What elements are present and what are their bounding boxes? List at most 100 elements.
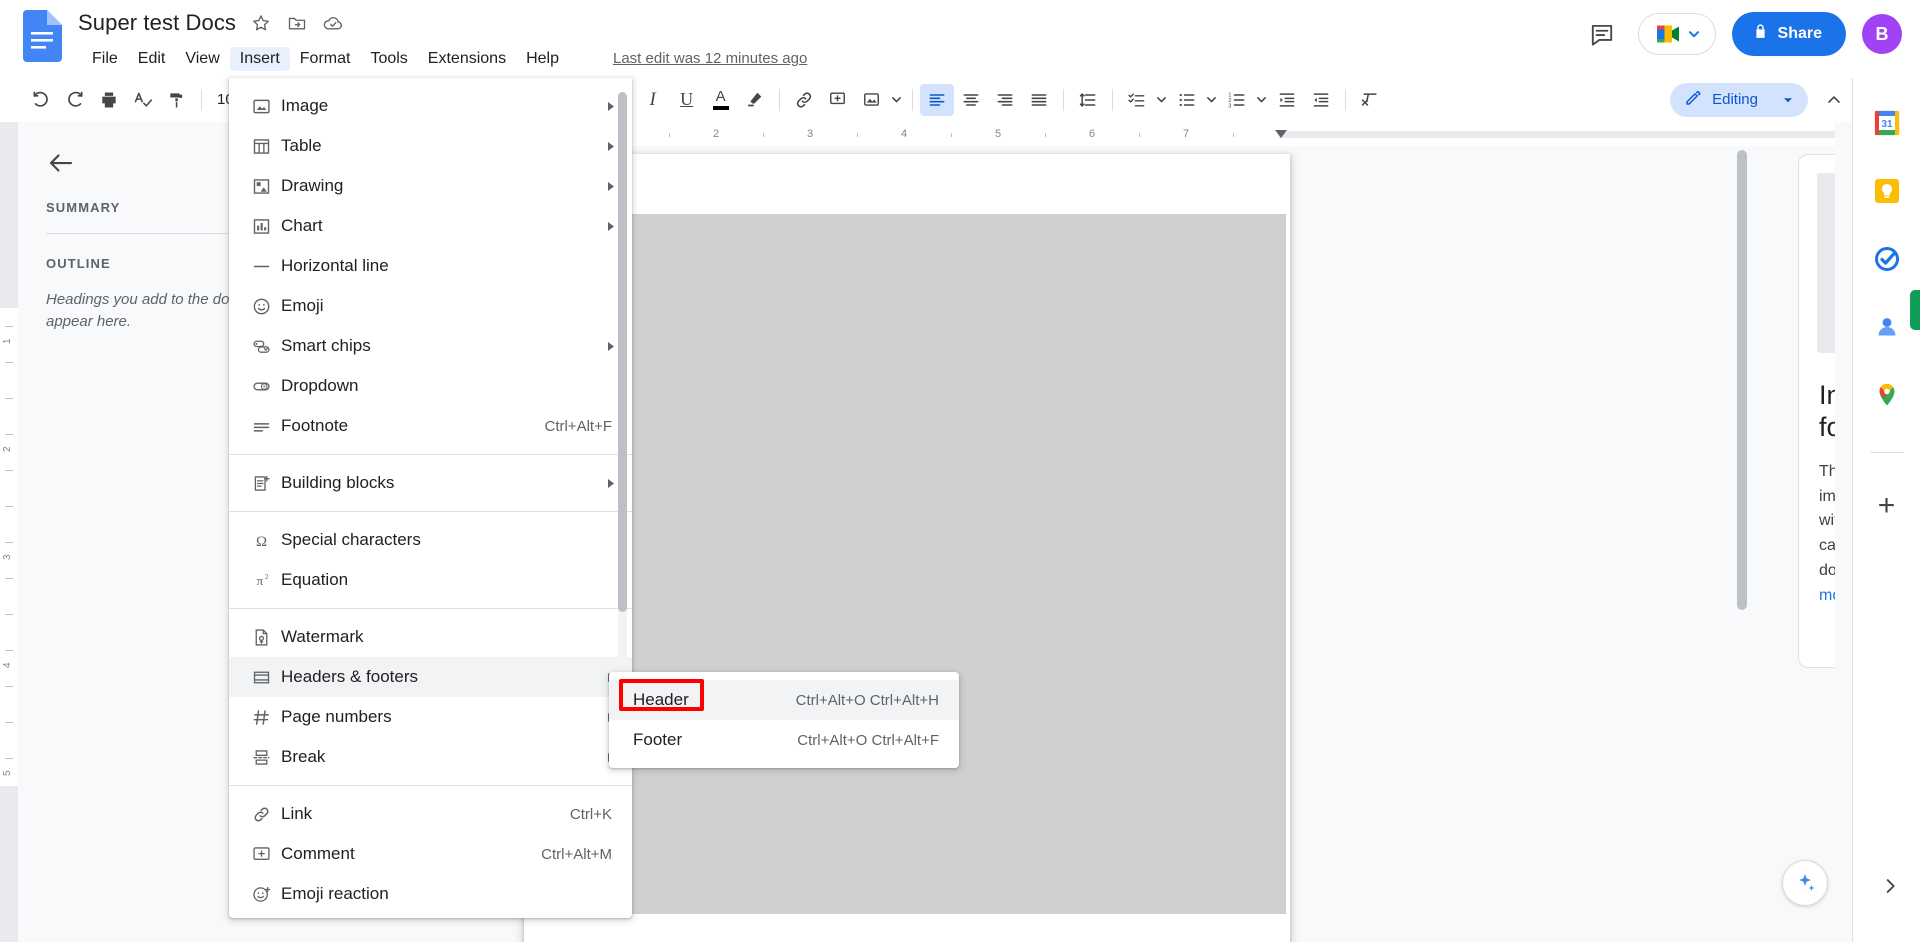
menu-format[interactable]: Format xyxy=(290,47,361,71)
checklist-icon[interactable] xyxy=(1120,84,1154,116)
highlight-color-icon[interactable] xyxy=(738,84,772,116)
menu-item-building-blocks[interactable]: Building blocks xyxy=(229,463,632,503)
document-title[interactable]: Super test Docs xyxy=(78,10,236,36)
menu-item-special-characters[interactable]: Ω Special characters xyxy=(229,520,632,560)
menu-item-page-numbers[interactable]: Page numbers xyxy=(229,697,632,737)
toolbar-divider xyxy=(201,88,202,111)
print-icon[interactable] xyxy=(92,84,126,116)
paint-format-icon[interactable] xyxy=(160,84,194,116)
indent-marker[interactable] xyxy=(1275,130,1287,138)
promo-body-text-1: The pageless format allows you to add wi… xyxy=(1819,462,1835,579)
chart-icon xyxy=(251,216,281,237)
menu-item-label: Equation xyxy=(281,570,349,589)
insert-menu: Image Table Drawing Chart Horizontal lin… xyxy=(229,78,632,918)
numbered-list-icon[interactable]: 123 xyxy=(1220,84,1254,116)
menu-extensions[interactable]: Extensions xyxy=(418,47,516,71)
google-calendar-icon[interactable]: 31 xyxy=(1872,108,1902,138)
menu-item-dropdown[interactable]: Dropdown xyxy=(229,366,632,406)
headers-footers-submenu: Header Ctrl+Alt+O Ctrl+Alt+H Footer Ctrl… xyxy=(609,672,959,768)
menu-divider xyxy=(229,785,632,786)
move-to-folder-icon[interactable] xyxy=(286,12,308,34)
menu-item-equation[interactable]: π2 Equation xyxy=(229,560,632,600)
explore-button[interactable] xyxy=(1782,860,1828,906)
menu-item-watermark[interactable]: Watermark xyxy=(229,617,632,657)
menu-view[interactable]: View xyxy=(175,47,229,71)
svg-text:2: 2 xyxy=(265,572,269,580)
text-color-icon[interactable]: A xyxy=(704,84,738,116)
comment-history-icon[interactable] xyxy=(1582,14,1622,54)
menu-item-drawing[interactable]: Drawing xyxy=(229,166,632,206)
menu-item-smart-chips[interactable]: Smart chips xyxy=(229,326,632,366)
google-keep-icon[interactable] xyxy=(1872,176,1902,206)
submenu-item-footer[interactable]: Footer Ctrl+Alt+O Ctrl+Alt+F xyxy=(609,720,959,760)
align-center-icon[interactable] xyxy=(954,84,988,116)
checklist-chevron-down-icon[interactable] xyxy=(1154,84,1170,116)
cloud-saved-icon[interactable] xyxy=(322,12,344,34)
menu-item-link[interactable]: Link Ctrl+K xyxy=(229,794,632,834)
insert-link-icon[interactable] xyxy=(787,84,821,116)
rail-divider xyxy=(1869,452,1904,453)
google-meet-button[interactable] xyxy=(1637,13,1716,55)
menu-item-image[interactable]: Image xyxy=(229,86,632,126)
clear-formatting-icon[interactable] xyxy=(1353,84,1387,116)
menu-help[interactable]: Help xyxy=(516,47,569,71)
last-edit-status[interactable]: Last edit was 12 minutes ago xyxy=(613,50,807,67)
menu-bar: File Edit View Insert Format Tools Exten… xyxy=(82,47,569,71)
menu-item-emoji-reaction[interactable]: Emoji reaction xyxy=(229,874,632,914)
google-contacts-icon[interactable] xyxy=(1872,312,1902,342)
decrease-indent-icon[interactable] xyxy=(1270,84,1304,116)
google-maps-icon[interactable] xyxy=(1872,380,1902,410)
image-chevron-down-icon[interactable] xyxy=(889,84,905,116)
google-docs-logo[interactable] xyxy=(22,10,62,62)
lock-icon xyxy=(1752,23,1769,45)
add-app-button[interactable]: + xyxy=(1878,491,1896,521)
menu-item-emoji[interactable]: Emoji xyxy=(229,286,632,326)
menu-item-footnote[interactable]: Footnote Ctrl+Alt+F xyxy=(229,406,632,446)
menu-file[interactable]: File xyxy=(82,47,128,71)
menu-insert[interactable]: Insert xyxy=(229,47,290,71)
collapse-toolbar-button[interactable] xyxy=(1816,83,1852,117)
avatar[interactable]: B xyxy=(1862,14,1902,54)
bulleted-list-icon[interactable] xyxy=(1170,84,1204,116)
menu-item-comment[interactable]: Comment Ctrl+Alt+M xyxy=(229,834,632,874)
menu-tools[interactable]: Tools xyxy=(360,47,417,71)
redo-icon[interactable] xyxy=(58,84,92,116)
document-page[interactable] xyxy=(524,154,1290,942)
editing-mode-button[interactable]: Editing xyxy=(1670,82,1808,117)
scrollbar-thumb[interactable] xyxy=(1737,150,1747,610)
document-scrollbar[interactable] xyxy=(1737,150,1747,940)
insert-image-icon[interactable] xyxy=(855,84,889,116)
menu-item-horizontal-line[interactable]: Horizontal line xyxy=(229,246,632,286)
menu-item-label: Chart xyxy=(281,216,323,235)
add-comment-icon[interactable] xyxy=(821,84,855,116)
share-button[interactable]: Share xyxy=(1731,12,1846,56)
align-justify-icon[interactable] xyxy=(1022,84,1056,116)
google-tasks-icon[interactable] xyxy=(1872,244,1902,274)
numbered-chevron-down-icon[interactable] xyxy=(1254,84,1270,116)
star-icon[interactable] xyxy=(250,12,272,34)
menu-item-headers-footers[interactable]: Headers & footers xyxy=(229,657,632,697)
italic-icon[interactable]: I xyxy=(636,84,670,116)
back-arrow-icon[interactable] xyxy=(46,148,76,178)
submenu-arrow-icon xyxy=(604,101,618,112)
undo-icon[interactable] xyxy=(24,84,58,116)
underline-icon[interactable]: U xyxy=(670,84,704,116)
submenu-arrow-icon xyxy=(604,478,618,489)
align-right-icon[interactable] xyxy=(988,84,1022,116)
table-icon xyxy=(251,136,281,157)
menu-scrollbar-thumb[interactable] xyxy=(618,92,627,612)
equation-icon: π2 xyxy=(251,570,281,591)
spellcheck-icon[interactable] xyxy=(126,84,160,116)
menu-item-table[interactable]: Table xyxy=(229,126,632,166)
menu-item-chart[interactable]: Chart xyxy=(229,206,632,246)
line-spacing-icon[interactable] xyxy=(1071,84,1105,116)
increase-indent-icon[interactable] xyxy=(1304,84,1338,116)
drawing-icon xyxy=(251,176,281,197)
menu-item-break[interactable]: Break xyxy=(229,737,632,777)
menu-scrollbar[interactable] xyxy=(618,92,627,732)
expand-rail-icon[interactable] xyxy=(1872,868,1908,904)
menu-edit[interactable]: Edit xyxy=(128,47,176,71)
align-left-icon[interactable] xyxy=(919,83,954,116)
bulleted-chevron-down-icon[interactable] xyxy=(1204,84,1220,116)
submenu-item-header[interactable]: Header Ctrl+Alt+O Ctrl+Alt+H xyxy=(609,680,959,720)
